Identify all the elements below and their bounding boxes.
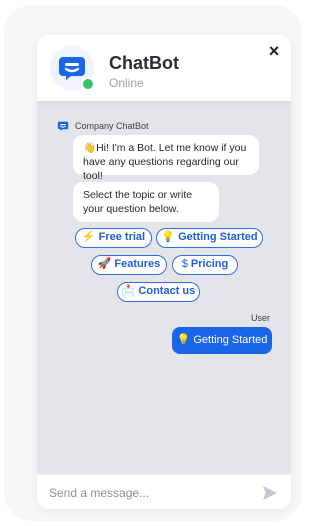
- quick-reply-features[interactable]: 🚀 Features: [91, 255, 167, 275]
- chat-widget: ChatBot Online × Company ChatBot 👋Hi! I'…: [37, 35, 291, 509]
- quick-reply-label: Features: [114, 258, 161, 270]
- online-indicator: [81, 77, 95, 91]
- send-icon[interactable]: [262, 485, 278, 501]
- close-icon[interactable]: ×: [264, 41, 284, 61]
- lightbulb-icon: 💡: [176, 334, 191, 346]
- bot-name: Company ChatBot: [75, 121, 149, 131]
- user-label: User: [251, 313, 271, 323]
- quick-reply-pricing[interactable]: $ Pricing: [172, 255, 238, 275]
- message-input[interactable]: [47, 481, 251, 505]
- conversation-area: Company ChatBot 👋Hi! I'm a Bot. Let me k…: [37, 101, 291, 474]
- bot-chat-icon: [57, 121, 69, 131]
- chat-title: ChatBot: [109, 53, 179, 73]
- chat-status: Online: [109, 76, 144, 90]
- quick-reply-free-trial[interactable]: ⚡ Free trial: [75, 228, 152, 248]
- dollar-icon: $: [181, 258, 188, 270]
- quick-reply-label: Free trial: [98, 231, 146, 243]
- message-text: Hi! I'm a Bot. Let me know if you have a…: [83, 142, 247, 182]
- chat-header: ChatBot Online ×: [37, 35, 291, 101]
- bot-message: Select the topic or write your question …: [73, 182, 219, 222]
- wave-icon: 👋: [83, 142, 97, 154]
- quick-reply-getting-started[interactable]: 💡 Getting Started: [156, 228, 263, 248]
- bot-message: 👋Hi! I'm a Bot. Let me know if you have …: [73, 135, 259, 182]
- lightbulb-icon: 💡: [161, 231, 176, 243]
- quick-reply-label: Contact us: [138, 285, 196, 297]
- message-text: Select the topic or write your question …: [83, 189, 193, 215]
- user-message: 💡 Getting Started: [172, 327, 272, 354]
- lightning-icon: ⚡: [81, 231, 96, 243]
- quick-reply-label: Getting Started: [178, 231, 258, 243]
- quick-reply-label: Pricing: [190, 258, 229, 270]
- rocket-icon: 🚀: [97, 258, 112, 270]
- message-text: Getting Started: [193, 334, 268, 346]
- envelope-icon: 📩: [121, 285, 136, 297]
- quick-reply-contact-us[interactable]: 📩 Contact us: [117, 282, 200, 302]
- message-composer: [37, 474, 291, 509]
